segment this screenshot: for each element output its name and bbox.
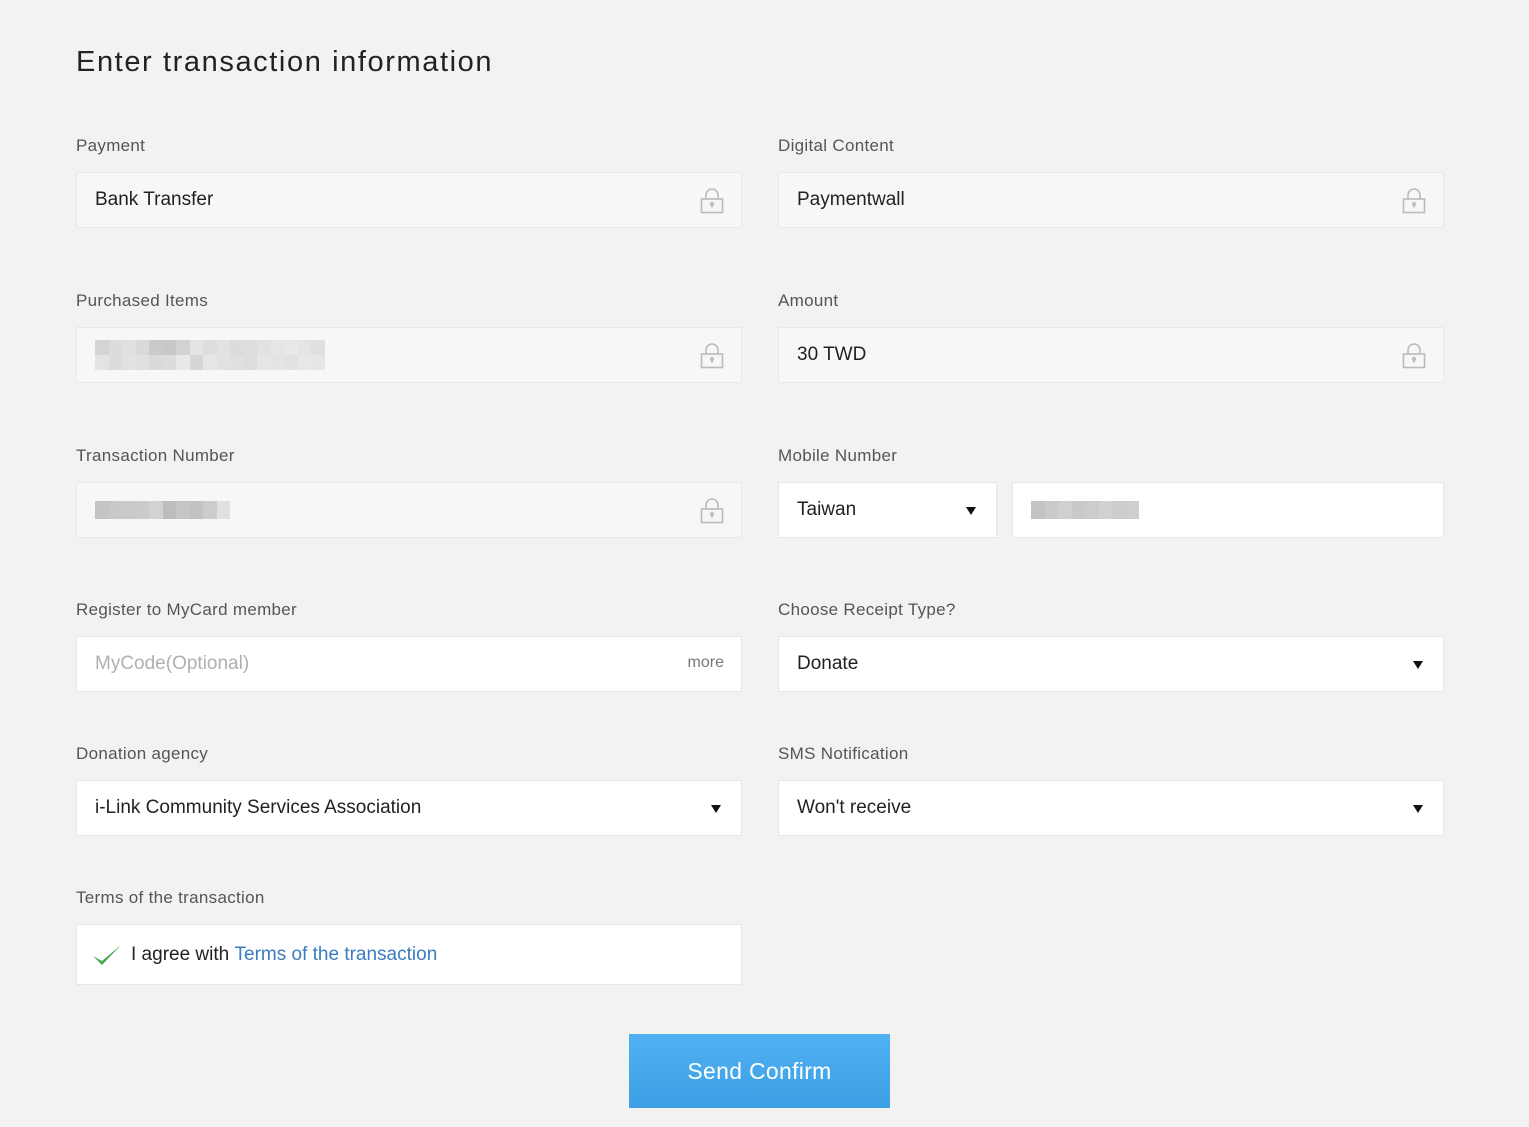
redacted-purchased-items: [95, 340, 330, 370]
receipt-type-select[interactable]: Donate: [778, 636, 1444, 692]
lock-icon: [1402, 343, 1426, 369]
send-confirm-button[interactable]: Send Confirm: [629, 1034, 890, 1108]
country-value: Taiwan: [797, 499, 857, 520]
terms-label: Terms of the transaction: [76, 888, 265, 907]
lock-icon: [700, 498, 724, 524]
digital-content-label: Digital Content: [778, 136, 895, 155]
sms-notification-select[interactable]: Won't receive: [778, 780, 1444, 836]
lock-icon: [700, 188, 724, 214]
redacted-transaction-number: [95, 501, 275, 519]
mycard-member-label: Register to MyCard member: [76, 600, 298, 619]
page-title: Enter transaction information: [76, 46, 494, 78]
transaction-number-label: Transaction Number: [76, 446, 235, 465]
purchased-items-input: [76, 327, 742, 383]
receipt-type-field: Choose Receipt Type? Donate: [778, 600, 1444, 692]
payment-value: Bank Transfer: [95, 189, 214, 210]
chevron-down-icon: [1413, 805, 1423, 813]
mobile-number-field: Mobile Number Taiwan: [778, 446, 1444, 538]
donation-agency-select[interactable]: i-Link Community Services Association: [76, 780, 742, 836]
mycode-placeholder: MyCode(Optional): [95, 653, 250, 674]
digital-content-field: Digital Content Paymentwall: [778, 136, 1444, 228]
chevron-down-icon: [711, 805, 721, 813]
amount-input: 30 TWD: [778, 327, 1444, 383]
payment-field: Payment Bank Transfer: [76, 136, 742, 228]
sms-notification-field: SMS Notification Won't receive: [778, 744, 1444, 836]
amount-label: Amount: [778, 291, 839, 310]
chevron-down-icon: [1413, 661, 1423, 669]
receipt-type-value: Donate: [797, 653, 859, 674]
transaction-number-input: [76, 482, 742, 538]
lock-icon: [1402, 188, 1426, 214]
amount-field: Amount 30 TWD: [778, 291, 1444, 383]
payment-input: Bank Transfer: [76, 172, 742, 228]
amount-value: 30 TWD: [797, 344, 867, 365]
more-link[interactable]: more: [688, 654, 724, 672]
digital-content-value: Paymentwall: [797, 189, 905, 210]
lock-icon: [700, 343, 724, 369]
chevron-down-icon: [966, 507, 976, 515]
donation-agency-label: Donation agency: [76, 744, 209, 763]
mycode-input[interactable]: MyCode(Optional) more: [76, 636, 742, 692]
checkmark-icon: [93, 944, 121, 965]
terms-agree-text: I agree with: [131, 943, 235, 965]
purchased-items-field: Purchased Items: [76, 291, 742, 383]
terms-link[interactable]: Terms of the transaction: [235, 944, 438, 966]
sms-notification-label: SMS Notification: [778, 744, 909, 763]
sms-notification-value: Won't receive: [797, 797, 912, 818]
donation-agency-field: Donation agency i-Link Community Service…: [76, 744, 742, 836]
donation-agency-value: i-Link Community Services Association: [95, 797, 422, 818]
redacted-mobile-number: [1031, 501, 1139, 519]
country-select[interactable]: Taiwan: [778, 482, 997, 538]
mobile-number-input[interactable]: [1012, 482, 1444, 538]
terms-field: Terms of the transaction I agree with Te…: [76, 888, 742, 985]
payment-label: Payment: [76, 136, 146, 155]
transaction-number-field: Transaction Number: [76, 446, 742, 538]
mycard-member-field: Register to MyCard member MyCode(Optiona…: [76, 600, 742, 692]
receipt-type-label: Choose Receipt Type?: [778, 600, 956, 619]
mobile-number-label: Mobile Number: [778, 446, 898, 465]
terms-agree-checkbox[interactable]: I agree with Terms of the transaction: [76, 924, 742, 985]
purchased-items-label: Purchased Items: [76, 291, 209, 310]
digital-content-input: Paymentwall: [778, 172, 1444, 228]
